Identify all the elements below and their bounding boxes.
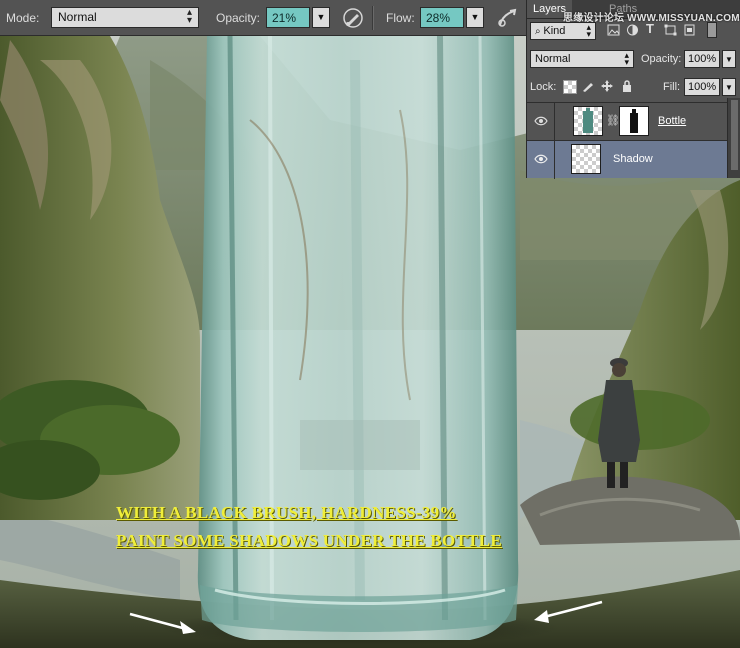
lock-position-icon[interactable] (601, 80, 613, 92)
updown-arrows-icon: ▴ ▾ (586, 22, 591, 39)
scrollbar-thumb[interactable] (731, 100, 738, 170)
fill-dropdown[interactable]: ▼ (722, 78, 736, 96)
chevron-down-icon: ▼ (470, 12, 480, 22)
opacity-input[interactable]: 21% (266, 7, 310, 28)
visibility-toggle[interactable] (527, 103, 555, 141)
chevron-down-icon: ▼ (316, 12, 326, 22)
shape-filter-icon[interactable] (664, 24, 677, 36)
mode-select-value: Normal (58, 10, 97, 24)
watermark: 思缘设计论坛 WWW.MISSYUAN.COM (563, 13, 740, 24)
chevron-down-icon: ▼ (725, 83, 733, 92)
opacity-dropdown-button[interactable]: ▼ (312, 7, 330, 28)
chevron-down-icon: ▼ (725, 55, 733, 64)
layer-name-shadow[interactable]: Shadow (613, 153, 653, 165)
filter-kind-select[interactable]: ⌕ Kind ▴ ▾ (530, 22, 596, 40)
layer-opacity-label: Opacity: (641, 53, 682, 65)
flow-label: Flow: (386, 11, 415, 25)
opacity-label: Opacity: (216, 11, 261, 25)
updown-arrows-icon: ▴ ▾ (624, 50, 629, 67)
layer-row-shadow[interactable]: Shadow (527, 140, 727, 179)
eye-icon (534, 116, 548, 126)
filter-toggle-switch[interactable] (707, 22, 717, 38)
layers-scrollbar[interactable] (727, 98, 740, 178)
link-chain-icon[interactable]: ⛓ (606, 114, 620, 127)
flow-dropdown-button[interactable]: ▼ (466, 7, 484, 28)
pixel-layer-filter-icon[interactable] (607, 24, 620, 36)
blend-mode-select[interactable]: Normal ▴ ▾ (530, 50, 634, 68)
separator (372, 6, 374, 30)
layer-opacity-dropdown[interactable]: ▼ (722, 50, 736, 68)
tablet-pressure-icon[interactable] (496, 7, 518, 29)
layer-name-bottle[interactable]: Bottle (658, 115, 686, 127)
layer-opacity-input[interactable]: 100% (684, 50, 720, 68)
lock-label: Lock: (530, 81, 557, 93)
fill-input[interactable]: 100% (684, 78, 720, 96)
visibility-toggle[interactable] (527, 141, 555, 179)
brush-pressure-icon[interactable] (342, 7, 364, 29)
caption-line-1: WITH A BLACK BRUSH, HARDNESS-39% (116, 503, 457, 522)
updown-arrows-icon: ▴ ▾ (186, 7, 192, 26)
layer-row-bottle[interactable]: ⛓ Bottle (527, 102, 727, 141)
fill-label: Fill: (663, 81, 681, 93)
eye-icon (534, 154, 548, 164)
blend-mode-value: Normal (535, 53, 571, 65)
mask-shape-icon (630, 109, 638, 133)
layer-thumbnail (571, 144, 601, 174)
caption-line-2: PAINT SOME SHADOWS UNDER THE BOTTLE (116, 531, 503, 550)
brush-options-bar: Mode: Normal ▴ ▾ Opacity: 21% ▼ Flow: 28%… (0, 0, 526, 36)
mode-label: Mode: (6, 11, 40, 25)
lock-image-pixels-icon[interactable] (582, 80, 594, 92)
lock-transparent-pixels-icon[interactable] (563, 80, 577, 94)
layer-mask-thumbnail[interactable] (619, 106, 649, 136)
layer-thumbnail (573, 106, 603, 136)
filter-kind-value: Kind (543, 25, 566, 37)
layers-panel: Layers Paths ⌕ Kind ▴ ▾ T Normal ▴ ▾ Opaci… (526, 0, 740, 179)
adjustment-filter-icon[interactable] (626, 24, 639, 36)
bottle-thumbnail-icon (583, 108, 593, 133)
lock-all-icon[interactable] (621, 80, 633, 92)
mode-select[interactable]: Normal ▴ ▾ (51, 7, 199, 28)
flow-input[interactable]: 28% (420, 7, 464, 28)
smart-object-filter-icon[interactable] (683, 24, 696, 36)
